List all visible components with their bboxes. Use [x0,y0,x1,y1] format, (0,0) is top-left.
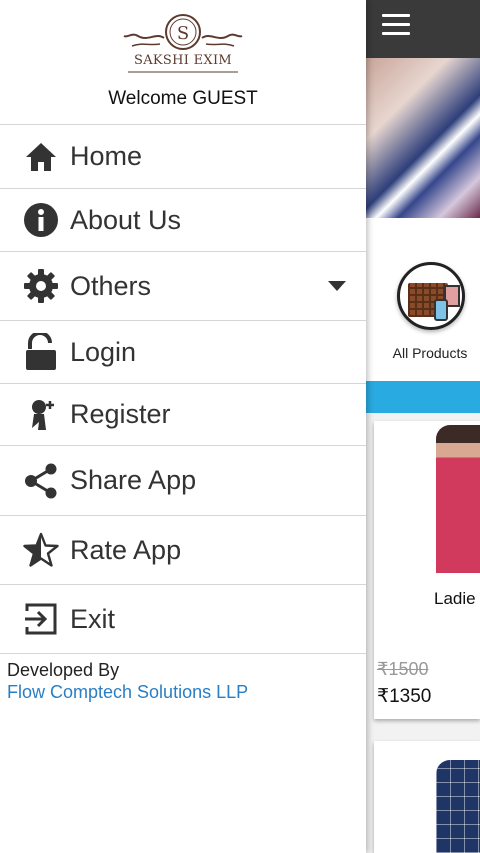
hamburger-menu-icon[interactable] [382,14,410,36]
menu-label: Others [70,270,152,301]
info-icon [22,201,60,239]
menu-label: About Us [70,204,182,235]
menu-label: Home [70,141,143,171]
drawer-footer: Developed By Flow Comptech Solutions LLP [7,660,248,703]
menu-item-rate-app[interactable]: Rate App [0,515,366,584]
menu-label: Login [70,336,137,367]
navigation-drawer: S SAKSHI EXIM Welcome GUEST Home About U… [0,0,366,853]
menu-label: Register [70,399,171,429]
menu-label: Rate App [70,534,182,565]
drawer-menu: Home About Us Others Login Register Shar… [0,124,366,654]
lock-open-icon [22,333,60,371]
menu-item-login[interactable]: Login [0,320,366,383]
gear-icon [22,267,60,305]
menu-label: Share App [70,465,197,495]
developer-link[interactable]: Flow Comptech Solutions LLP [7,681,248,703]
menu-item-others[interactable]: Others [0,251,366,320]
developed-by-label: Developed By [7,660,120,680]
section-header-strip [366,381,480,413]
product-image[interactable] [436,425,480,573]
menu-item-about-us[interactable]: About Us [0,188,366,251]
brand-name: SAKSHI EXIM [133,53,232,68]
welcome-message: Welcome GUEST [108,88,258,109]
star-icon [22,531,60,569]
menu-item-share-app[interactable]: Share App [0,445,366,515]
product-title: Ladie [434,589,476,608]
product-image[interactable] [436,760,480,853]
promo-banner-image[interactable] [366,58,480,218]
divider [0,653,366,654]
add-user-icon [22,396,60,434]
sale-price: ₹1350 [377,686,432,707]
exit-icon [22,600,60,638]
menu-item-home[interactable]: Home [0,124,366,188]
home-icon [22,138,60,176]
menu-item-register[interactable]: Register [0,383,366,445]
share-icon [22,462,60,500]
menu-label: Exit [70,603,116,634]
drawer-header: S SAKSHI EXIM Welcome GUEST [0,0,366,124]
category-label[interactable]: All Products [380,345,480,361]
all-products-category-icon[interactable] [397,262,465,330]
chevron-down-icon[interactable] [328,281,346,291]
svg-text:S: S [177,23,189,44]
original-price: ₹1500 [377,659,429,679]
menu-item-exit[interactable]: Exit [0,584,366,653]
